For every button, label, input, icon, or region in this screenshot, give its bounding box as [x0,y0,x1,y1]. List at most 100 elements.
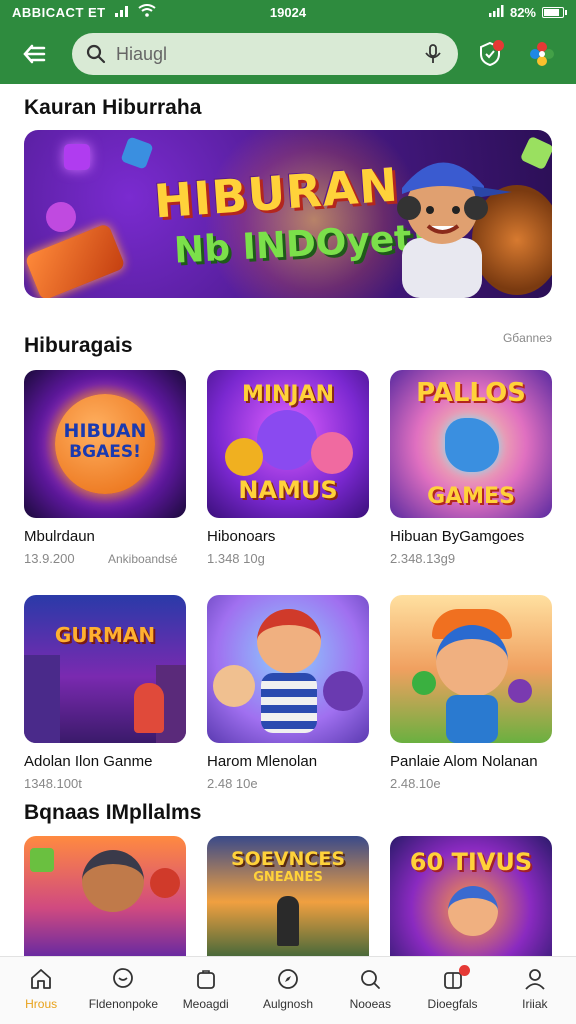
thumb-text: 60 TIVUS [409,848,533,876]
game-meta: 2.48 10e [207,776,258,791]
game-card[interactable]: MINJAN NAMUS Hibonoars 1.348 10g [207,370,369,566]
banner-cube-decor [519,135,552,171]
game-thumbnail [207,595,369,743]
character-decor [134,683,164,733]
game-card[interactable]: SOEVNCES GNEANES [207,836,369,956]
featured-section-title: Kauran Hiburraha [24,96,202,119]
flower-apps-icon [530,42,554,66]
see-all-link[interactable]: Gбanneэ [503,331,552,345]
game-thumbnail: 60 TIVUS [390,836,552,956]
app-bar [0,24,576,84]
games-section-title: Hiburagais [24,334,133,357]
thumb-text: SOEVNCES [230,848,346,870]
nav-home[interactable]: Hrous [0,957,82,1024]
game-thumbnail [24,836,186,956]
nav-chat[interactable]: Fldenonpoke [82,957,164,1024]
item-decor [508,679,532,703]
nav-label: Iriiak [522,997,548,1011]
game-name: Panlaie Alom Nolanan [390,753,538,770]
game-meta: 1.348 10g [207,551,265,566]
shield-button[interactable] [470,34,510,74]
search-bar[interactable] [72,33,458,75]
game-thumbnail [390,595,552,743]
back-arrow-icon [23,44,46,64]
chat-icon [113,968,134,988]
nav-profile[interactable]: Iriiak [494,957,576,1024]
game-name: Harom Mlenolan [207,753,318,770]
nav-badge [458,965,470,976]
game-name: Mbulrdaun [24,528,95,545]
mic-icon[interactable] [422,43,444,65]
nav-label: Dioegfals [427,997,478,1011]
nav-label: Fldenonpoke [88,997,159,1011]
character-decor [323,671,363,711]
clock-text: 19024 [269,4,307,20]
search-icon [361,970,381,989]
back-button[interactable] [14,34,54,74]
game-developer: Ankiboandsé [108,552,178,566]
nav-label: Meoagdi [182,997,229,1011]
game-card[interactable]: 60 TIVUS [390,836,552,956]
game-name: Adolan Ilon Ganme [24,753,153,770]
character-decor [448,886,498,936]
game-thumbnail: SOEVNCES GNEANES [207,836,369,956]
notification-badge [493,40,504,51]
game-card[interactable]: Panlaie Alom Nolanan 2.48.10e [390,595,552,791]
profile-icon [525,969,545,990]
status-bar: ABBICACT ET 19024 82% [0,0,576,24]
game-meta: 2.48.10e [390,776,441,791]
shirt-decor [261,673,317,733]
thumb-text: PALLOS [416,378,526,408]
thumb-text: GNEANES [253,870,323,885]
compass-icon [278,969,298,989]
banner-phone-image [24,222,126,298]
monster-decor [311,432,353,474]
game-card[interactable]: PALLOS GAMES Hibuan ByGamgoes 2.348.13g9 [390,370,552,566]
character-decor [257,609,321,673]
nav-gifts[interactable]: Dioegfals [411,957,493,1024]
game-card[interactable]: Harom Mlenolan 2.48 10e [207,595,369,791]
game-thumbnail: GURMAN [24,595,186,743]
thumb-text: GURMAN [54,623,156,647]
thumb-text: HIBUAN [63,420,147,442]
game-thumbnail: HIBUAN BGAES! [24,370,186,518]
character-decor [213,665,255,707]
thumb-text: MINJAN [241,382,335,407]
character-decor [82,850,144,912]
popular-section-title: Bqnaas IMpllalms [24,801,202,824]
item-decor [150,868,180,898]
thumb-text: GAMES [427,484,515,509]
game-name: Hibuan ByGamgoes [390,528,525,545]
game-card[interactable]: HIBUAN BGAES! Mbulrdaun 13.9.200 Ankiboa… [24,370,186,566]
nav-explore[interactable]: Aulgnosh [247,957,329,1024]
nav-bag[interactable]: Meoagdi [165,957,247,1024]
shirt-decor [446,695,498,743]
nav-label: Hrous [25,997,58,1011]
item-decor [412,671,436,695]
monster-decor [225,438,263,476]
thumb-text: BGAES! [69,442,141,462]
game-meta: 2.348.13g9 [390,551,456,566]
game-thumbnail: PALLOS GAMES [390,370,552,518]
game-thumbnail: MINJAN NAMUS [207,370,369,518]
banner-coin-decor [46,202,76,232]
home-icon [31,969,52,989]
bottom-nav: Hrous Fldenonpoke Meoagdi Aulgnosh Nooea… [0,956,576,1024]
banner-character-image [397,162,512,298]
nav-label: Aulgnosh [262,997,313,1011]
item-decor [30,848,54,872]
search-input[interactable] [116,43,422,65]
nav-label: Nooeas [349,997,391,1011]
building-decor [24,655,60,743]
search-icon [86,44,106,64]
apps-button[interactable] [522,34,562,74]
game-card[interactable] [24,836,186,956]
featured-banner[interactable]: HIBURAN Nb INDOyet! [24,130,552,298]
character-decor [277,896,299,946]
bag-icon [196,970,215,989]
game-card[interactable]: GURMAN Adolan Ilon Ganme 1348.100t [24,595,186,791]
battery-icon [542,6,567,18]
creature-decor [445,418,499,472]
thumb-text: NAMUS [238,476,338,504]
nav-search[interactable]: Nooeas [329,957,411,1024]
